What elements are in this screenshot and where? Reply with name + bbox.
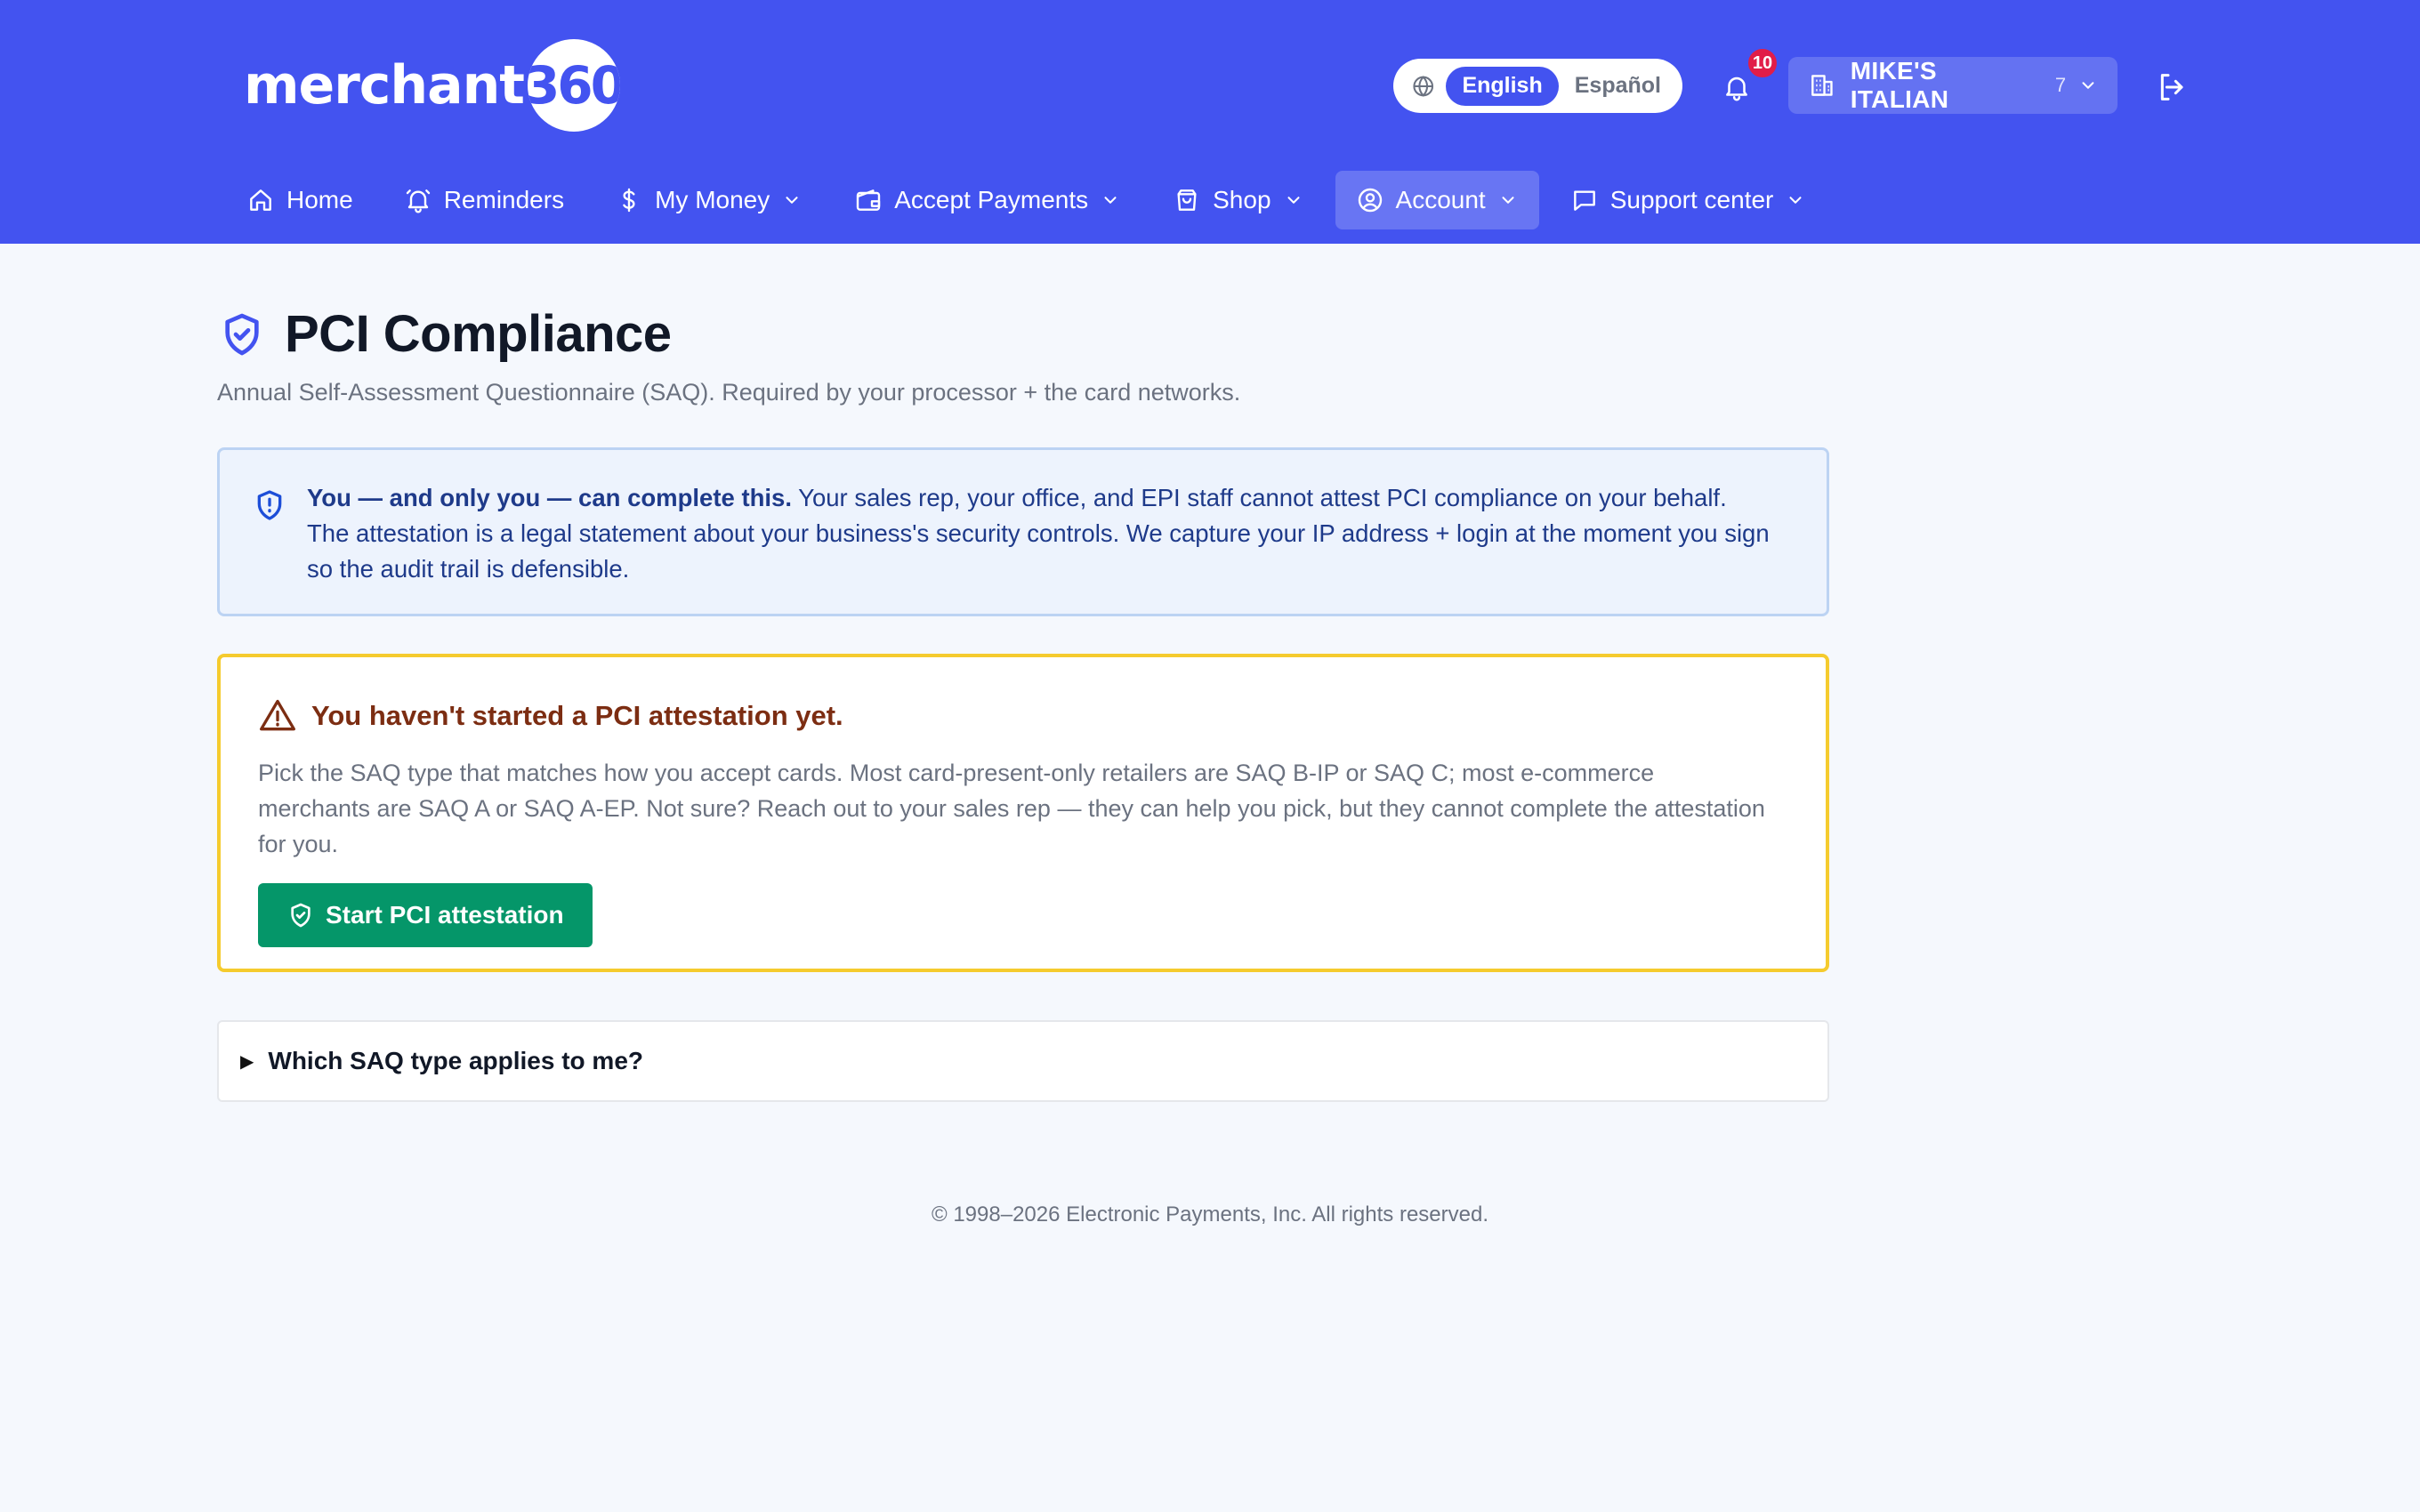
start-pci-attestation-button[interactable]: Start PCI attestation bbox=[258, 883, 593, 947]
nav-item-accept-payments[interactable]: Accept Payments bbox=[834, 171, 1141, 229]
nav-item-shop[interactable]: Shop bbox=[1152, 171, 1324, 229]
brand-badge: 360 bbox=[527, 39, 620, 132]
nav-item-label: My Money bbox=[655, 186, 770, 213]
chevron-down-icon bbox=[1786, 189, 1807, 211]
shield-check-icon bbox=[225, 313, 259, 355]
disclosure-label: Which SAQ type applies to me? bbox=[268, 1047, 644, 1074]
lang-option-espanol[interactable]: Español bbox=[1559, 67, 1677, 106]
nav-item-home[interactable]: Home bbox=[226, 171, 373, 229]
merchant-count: 7 bbox=[2054, 74, 2067, 96]
top-header: merchant 360 English Español 10 MIKE'S I… bbox=[0, 0, 2420, 244]
nav-item-reminders[interactable]: Reminders bbox=[383, 171, 584, 229]
chevron-down-icon bbox=[782, 189, 803, 211]
warning-body: Pick the SAQ type that matches how you a… bbox=[258, 760, 1765, 857]
wallet-icon bbox=[853, 185, 883, 215]
nav-item-label: Account bbox=[1395, 186, 1486, 213]
user-circle-icon bbox=[1355, 185, 1385, 215]
page-header: PCI Compliance bbox=[217, 304, 672, 364]
home-icon bbox=[246, 185, 276, 215]
brand-name: merchant bbox=[244, 54, 525, 117]
footer-copyright: © 1998–2026 Electronic Payments, Inc. Al… bbox=[931, 1202, 1488, 1226]
warning-header: You haven't started a PCI attestation ye… bbox=[258, 696, 1787, 736]
building-icon bbox=[1811, 75, 1833, 96]
brand-logo[interactable]: merchant 360 bbox=[244, 39, 620, 132]
nav-item-label: Home bbox=[286, 186, 353, 213]
warning-triangle-icon bbox=[260, 699, 295, 731]
chevron-down-icon bbox=[1101, 189, 1122, 211]
attestation-warning: You haven't started a PCI attestation ye… bbox=[217, 654, 1829, 972]
main-nav: Home Reminders My Money Accept Payments … bbox=[226, 171, 1837, 229]
merchant-selector[interactable]: MIKE'S ITALIAN 7 bbox=[1788, 57, 2118, 114]
globe-icon bbox=[1413, 75, 1434, 97]
chevron-down-icon bbox=[1498, 189, 1520, 211]
saq-type-disclosure[interactable]: ▶ Which SAQ type applies to me? bbox=[217, 1020, 1829, 1102]
logout-icon bbox=[2160, 74, 2183, 101]
page-title: PCI Compliance bbox=[285, 305, 672, 363]
nav-item-label: Shop bbox=[1213, 186, 1271, 213]
chevron-down-icon bbox=[2082, 82, 2094, 89]
shield-check-icon bbox=[286, 901, 315, 929]
chevron-down-icon bbox=[1284, 189, 1305, 211]
message-icon bbox=[1569, 185, 1600, 215]
nav-item-label: Accept Payments bbox=[894, 186, 1089, 213]
bell-icon bbox=[403, 185, 433, 215]
warning-title: You haven't started a PCI attestation ye… bbox=[311, 700, 843, 731]
notification-count-badge: 10 bbox=[1746, 47, 1779, 79]
nav-item-support-center[interactable]: Support center bbox=[1550, 171, 1827, 229]
page: merchant 360 English Español 10 MIKE'S I… bbox=[0, 0, 2420, 1512]
disclosure-triangle-icon: ▶ bbox=[240, 1051, 254, 1072]
info-text: You — and only you — can complete this. … bbox=[307, 480, 1773, 587]
nav-item-label: Reminders bbox=[443, 186, 565, 213]
lang-option-english[interactable]: English bbox=[1446, 66, 1559, 106]
merchant-name: MIKE'S ITALIAN bbox=[1850, 57, 1949, 113]
dollar-icon bbox=[614, 185, 644, 215]
shopping-bag-icon bbox=[1172, 185, 1202, 215]
logout-button[interactable] bbox=[2153, 68, 2192, 107]
nav-item-account[interactable]: Account bbox=[1335, 171, 1539, 229]
nav-item-my-money[interactable]: My Money bbox=[594, 171, 823, 229]
info-callout: You — and only you — can complete this. … bbox=[217, 447, 1829, 616]
start-button-label: Start PCI attestation bbox=[326, 901, 564, 929]
page-subtitle: Annual Self-Assessment Questionnaire (SA… bbox=[217, 379, 1241, 406]
bell-icon bbox=[1726, 76, 1747, 101]
nav-item-label: Support center bbox=[1609, 186, 1774, 213]
info-strong: You — and only you — can complete this. bbox=[307, 484, 792, 511]
language-switcher: English Español bbox=[1393, 59, 1682, 113]
shield-alert-icon bbox=[257, 490, 282, 520]
